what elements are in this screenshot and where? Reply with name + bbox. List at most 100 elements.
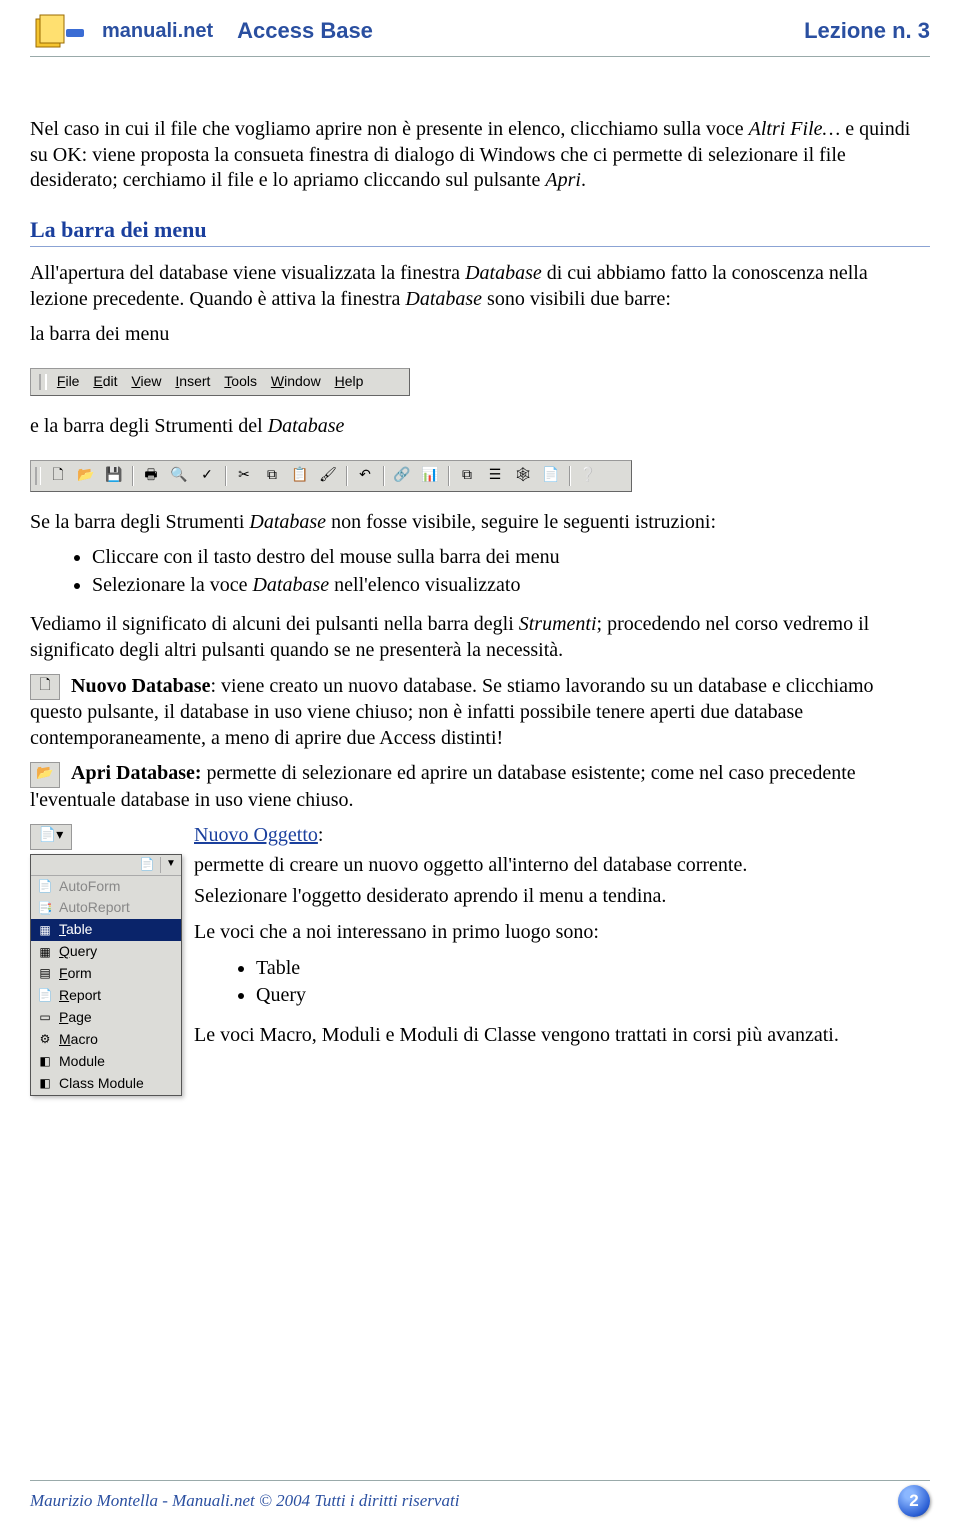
list-item: Cliccare con il tasto destro del mouse s… [92, 545, 930, 571]
dropdown-item-label: Macro [59, 1031, 98, 1049]
menu-paragraph: All'apertura del database viene visualiz… [30, 261, 930, 312]
database-label: Database [405, 288, 482, 310]
nuovo-ogg-footer: Le voci Macro, Moduli e Moduli di Classe… [194, 1023, 930, 1049]
form-icon: ▤ [37, 967, 53, 981]
print-icon[interactable]: 🖶 [138, 464, 164, 488]
format-painter-icon[interactable]: 🖌 [315, 464, 341, 488]
page-icon: ▭ [37, 1011, 53, 1025]
chevron-down-icon[interactable]: ▼ [160, 857, 177, 873]
dropdown-item-report[interactable]: 📄Report [31, 985, 181, 1007]
menu-window[interactable]: Window [271, 373, 321, 391]
dropdown-item-query[interactable]: ▦Query [31, 941, 181, 963]
new-icon[interactable]: 🗋 [45, 464, 71, 488]
dropdown-item-class-module[interactable]: ◧ Class Module [31, 1073, 181, 1095]
office-links-icon[interactable]: 🔗 [389, 464, 415, 488]
instructions-list: Cliccare con il tasto destro del mouse s… [30, 545, 930, 598]
spell-icon[interactable]: ✓ [194, 464, 220, 488]
nuovo-ogg-line3: Le voci che a noi interessano in primo l… [194, 920, 930, 946]
dropdown-item-macro[interactable]: ⚙ Macro [31, 1029, 181, 1051]
analyze-icon[interactable]: 📊 [417, 464, 443, 488]
report-icon: 📄 [37, 989, 53, 1003]
separator [346, 466, 347, 486]
undo-icon[interactable]: ↶ [352, 464, 378, 488]
help-icon[interactable]: ❔ [575, 464, 601, 488]
apri-database-para: 📂 Apri Database: permette di selezionare… [30, 761, 930, 813]
macro-icon: ⚙ [37, 1033, 53, 1047]
newobject-icon[interactable]: 📄 [138, 857, 156, 873]
autoreport-icon: 📑 [37, 901, 53, 915]
page-header: manuali.net Access Base Lezione n. 3 [30, 10, 930, 57]
open-icon[interactable]: 📂 [30, 762, 60, 788]
page-number-badge: 2 [898, 1485, 930, 1517]
menu-help[interactable]: Help [335, 373, 364, 391]
text: Selezionare la voce [92, 574, 252, 596]
database-label: Database [252, 574, 329, 596]
toolbar-grip-icon [39, 374, 47, 390]
nuovo-ogg-line1: permette di creare un nuovo oggetto all'… [194, 853, 930, 879]
dropdown-item-table[interactable]: ▦Table [31, 919, 181, 941]
dropdown-item-form[interactable]: ▤Form [31, 963, 181, 985]
separator [225, 466, 226, 486]
nuovo-ogg-bullets: Table Query [194, 956, 930, 1009]
toolbar-grip-icon [35, 467, 41, 485]
list-item: Selezionare la voce Database nell'elenco… [92, 573, 930, 599]
copy-icon[interactable]: ⧉ [259, 464, 285, 488]
nuovo-oggetto-title: Nuovo Oggetto [194, 824, 318, 846]
text: non fosse visibile, seguire le seguenti … [326, 511, 716, 533]
apri-database-title: Apri Database: [71, 762, 202, 784]
menu-file[interactable]: File [57, 373, 80, 391]
dropdown-header: 📄 ▼ [31, 855, 181, 876]
nuovo-database-title: Nuovo Database [71, 675, 210, 697]
newobject-dropdown: 📄 ▼ 📄AutoForm📑AutoReport▦Table▦Query▤For… [30, 854, 182, 1096]
save-icon[interactable]: 💾 [101, 464, 127, 488]
apri-label: Apri [545, 169, 581, 191]
dropdown-item-label: Page [59, 1009, 92, 1027]
print-preview-icon[interactable]: 🔍 [166, 464, 192, 488]
text: Nel caso in cui il file che vogliamo apr… [30, 118, 749, 140]
nuovo-database-para: 🗋 Nuovo Database: viene creato un nuovo … [30, 674, 930, 752]
menu-insert[interactable]: Insert [175, 373, 210, 391]
barra-strumenti-line: e la barra degli Strumenti del Database [30, 414, 930, 440]
text: : [318, 824, 324, 846]
page-footer: Maurizio Montella - Manuali.net © 2004 T… [30, 1480, 930, 1517]
list-item: Table [256, 956, 930, 982]
properties-icon[interactable]: ☰ [482, 464, 508, 488]
text: e la barra degli Strumenti del [30, 415, 268, 437]
dropdown-item-label: Class Module [59, 1075, 144, 1093]
open-icon[interactable]: 📂 [73, 464, 99, 488]
newobject-splitbutton[interactable]: 📄▾ [30, 824, 72, 850]
dropdown-item-module[interactable]: ◧Module [31, 1051, 181, 1073]
separator [383, 466, 384, 486]
newobject-icon[interactable]: 📄 [538, 464, 564, 488]
dropdown-item-page[interactable]: ▭ Page [31, 1007, 181, 1029]
database-label: Database [465, 262, 542, 284]
cut-icon[interactable]: ✂ [231, 464, 257, 488]
strumenti-label: Strumenti [519, 613, 597, 635]
text: sono visibili due barre: [482, 288, 671, 310]
database-label: Database [249, 511, 326, 533]
separator [448, 466, 449, 486]
code-icon[interactable]: ⧉ [454, 464, 480, 488]
separator [569, 466, 570, 486]
brand-text: manuali.net [102, 20, 213, 43]
menu-view[interactable]: View [131, 373, 161, 391]
nuovo-ogg-line2: Selezionare l'oggetto desiderato aprendo… [194, 884, 930, 910]
menu-edit[interactable]: Edit [93, 373, 117, 391]
paste-icon[interactable]: 📋 [287, 464, 313, 488]
module-icon: ◧ [37, 1055, 53, 1069]
toolbar-screenshot: 🗋📂💾🖶🔍✓✂⧉📋🖌↶🔗📊⧉☰🕸📄❔ [30, 460, 632, 492]
significato-para: Vediamo il significato di alcuni dei pul… [30, 612, 930, 663]
intro-paragraph: Nel caso in cui il file che vogliamo apr… [30, 117, 930, 194]
menu-tools[interactable]: Tools [224, 373, 257, 391]
new-icon[interactable]: 🗋 [30, 674, 60, 700]
text: All'apertura del database viene visualiz… [30, 262, 465, 284]
course-title: Access Base [237, 18, 373, 44]
text: . [581, 169, 586, 191]
relationships-icon[interactable]: 🕸 [510, 464, 536, 488]
class-module-icon: ◧ [37, 1077, 53, 1091]
menubar-screenshot: File Edit View Insert Tools Window Help [30, 368, 410, 396]
autoform-icon: 📄 [37, 879, 53, 893]
text: nell'elenco visualizzato [329, 574, 520, 596]
list-item: Query [256, 983, 930, 1009]
section-heading-menu: La barra dei menu [30, 216, 930, 247]
